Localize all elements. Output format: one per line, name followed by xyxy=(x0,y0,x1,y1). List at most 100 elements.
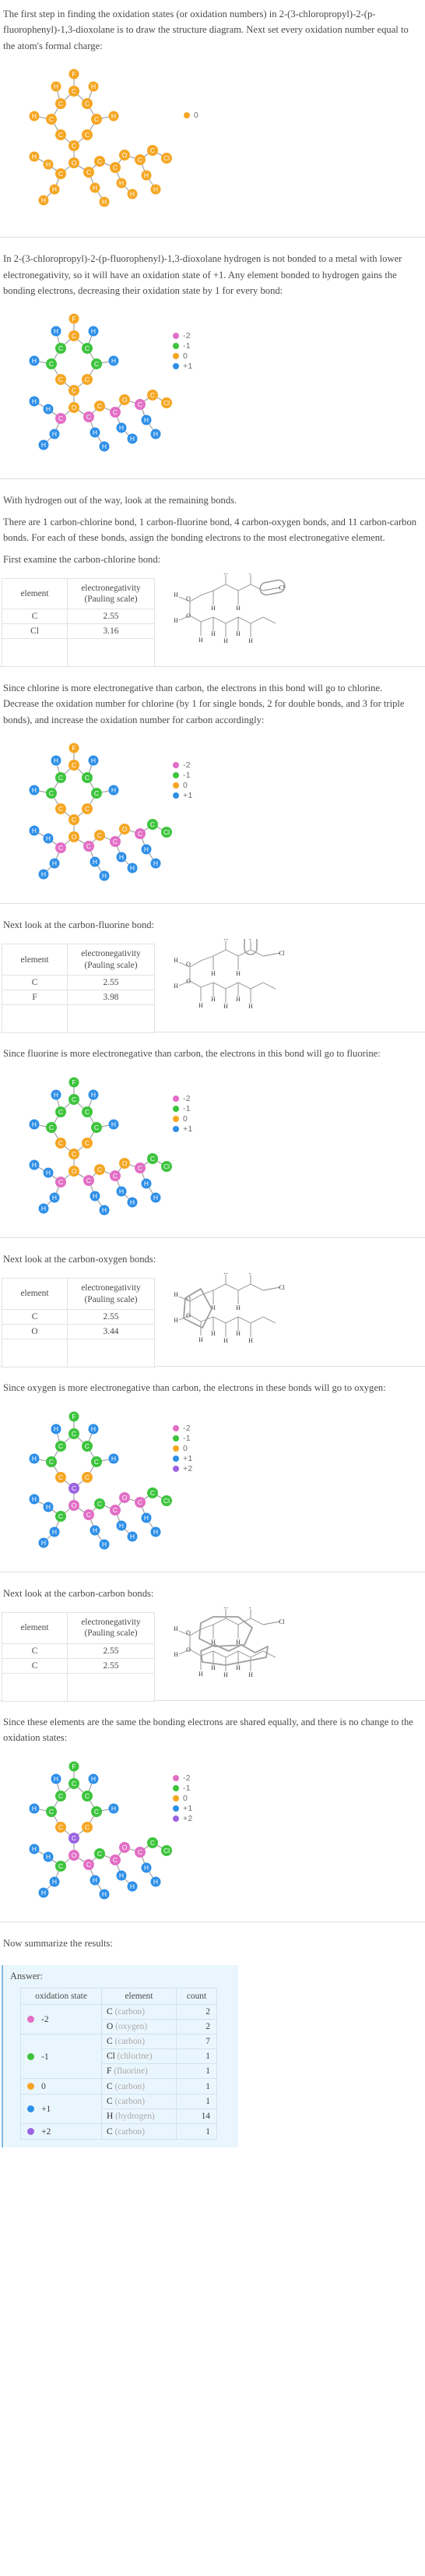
svg-text:F: F xyxy=(72,70,76,78)
ball-and-stick-svg-4: CC C C CC CC HH H HF OC C HH H CCO HCC HCl HH… xyxy=(29,1077,172,1216)
svg-text:H: H xyxy=(46,1169,51,1177)
svg-text:H: H xyxy=(236,1304,241,1311)
svg-text:H: H xyxy=(211,1330,216,1337)
legend-color-swatch xyxy=(173,1425,179,1432)
step-10-paragraph: Since these elements are the same the bo… xyxy=(3,1717,413,1744)
svg-text:H: H xyxy=(119,1872,124,1879)
element-symbol: C xyxy=(107,2126,113,2137)
svg-text:C: C xyxy=(150,146,155,154)
legend-color-swatch xyxy=(173,1466,179,1473)
step-11-text-block: Now summarize the results: xyxy=(0,1929,425,1957)
element-symbol: C xyxy=(107,2081,113,2091)
legend-color-swatch xyxy=(173,1096,179,1103)
svg-text:H: H xyxy=(32,1495,37,1503)
legend-row: +1 xyxy=(173,1804,192,1814)
step-2-paragraph: In 2-(3-chloropropyl)-2-(p-fluorophenyl)… xyxy=(3,253,402,296)
svg-text:H: H xyxy=(174,1625,178,1632)
carbon-oxygen-row: element electronegativity (Pauling scale… xyxy=(0,1273,425,1367)
svg-text:Cl: Cl xyxy=(279,950,285,957)
svg-text:C: C xyxy=(72,816,76,824)
svg-text:H: H xyxy=(223,1003,228,1010)
step-5-paragraph: Next look at the carbon-fluorine bond: xyxy=(3,919,155,931)
svg-text:H: H xyxy=(111,1455,116,1463)
cell-electronegativity: 2.55 xyxy=(67,1308,155,1325)
svg-text:H: H xyxy=(46,161,51,168)
step-3-paragraph-a: With hydrogen out of the way, look at th… xyxy=(3,495,237,506)
svg-text:H: H xyxy=(41,1539,46,1547)
svg-text:C: C xyxy=(58,415,63,422)
svg-text:C: C xyxy=(72,1430,76,1438)
legend-color-swatch xyxy=(173,1816,179,1823)
legend-label: 0 xyxy=(183,1794,188,1804)
svg-text:C: C xyxy=(58,805,63,813)
svg-text:O: O xyxy=(122,396,128,404)
svg-text:F: F xyxy=(72,1763,76,1770)
legend-label: 0 xyxy=(194,110,199,120)
svg-text:H: H xyxy=(52,859,57,867)
svg-text:C: C xyxy=(113,1172,118,1180)
svg-text:C: C xyxy=(49,789,54,797)
cell-element: C (carbon) xyxy=(101,2094,177,2110)
cell-element: O xyxy=(2,1323,68,1339)
cell-blank xyxy=(2,1004,68,1033)
ball-and-stick-svg-2: CC C C CC CC HH H HF OC C HH H CCO HCC HCl HH… xyxy=(29,313,172,452)
bond-highlight-carbon-carbon xyxy=(198,1616,269,1666)
step-4-text-block: Since chlorine is more electronegative t… xyxy=(0,674,425,734)
table-row: C 2.55 xyxy=(2,1657,155,1674)
svg-text:C: C xyxy=(94,1808,99,1816)
svg-text:F: F xyxy=(72,744,76,752)
svg-text:H: H xyxy=(174,1291,178,1298)
svg-text:F: F xyxy=(249,1273,253,1276)
legend-label: +1 xyxy=(183,361,193,371)
svg-text:H: H xyxy=(54,83,58,90)
step-11-paragraph: Now summarize the results: xyxy=(3,1937,113,1949)
svg-text:O: O xyxy=(122,1494,128,1501)
oxidation-color-swatch xyxy=(27,2083,34,2091)
column-header-electronegativity: electronegativity (Pauling scale) xyxy=(67,944,155,976)
svg-text:C: C xyxy=(85,1473,90,1481)
svg-text:H: H xyxy=(223,1671,228,1678)
cell-count: 1 xyxy=(176,2094,217,2110)
legend-row: -1 xyxy=(173,1784,192,1794)
legend-color-swatch xyxy=(173,1106,179,1113)
legend-label: 0 xyxy=(183,351,188,361)
svg-text:H: H xyxy=(211,630,216,637)
legend-color-swatch xyxy=(173,1775,179,1782)
legend-color-swatch xyxy=(173,342,179,349)
svg-text:H: H xyxy=(102,1540,107,1548)
svg-text:H: H xyxy=(102,1890,107,1898)
step-6-text-block: Since fluorine is more electronegative t… xyxy=(0,1039,425,1067)
legend-color-swatch xyxy=(173,1785,179,1792)
cell-count: 1 xyxy=(176,2063,217,2080)
element-name: (carbon) xyxy=(114,2037,146,2047)
svg-text:C: C xyxy=(49,115,54,123)
element-name: (hydrogen) xyxy=(115,2112,155,2122)
svg-text:H: H xyxy=(102,872,107,880)
legend-label: -2 xyxy=(183,760,191,770)
svg-text:C: C xyxy=(150,1489,155,1497)
svg-text:O: O xyxy=(186,612,191,619)
step-7-paragraph: Next look at the carbon-oxygen bonds: xyxy=(3,1253,156,1265)
svg-text:H: H xyxy=(211,605,216,612)
svg-text:C: C xyxy=(150,820,155,828)
svg-text:O: O xyxy=(186,1646,191,1653)
cell-element: F xyxy=(2,989,68,1005)
element-symbol: C xyxy=(107,2097,113,2107)
cell-oxidation-state: -2 xyxy=(20,2004,102,2035)
svg-text:H: H xyxy=(46,1853,51,1861)
svg-text:H: H xyxy=(198,1671,203,1678)
legend-row: -1 xyxy=(173,770,192,780)
column-header-electronegativity: electronegativity (Pauling scale) xyxy=(67,1278,155,1310)
cell-electronegativity: 3.98 xyxy=(67,989,155,1005)
element-name: (fluorine) xyxy=(114,2066,148,2077)
svg-text:C: C xyxy=(94,1124,99,1131)
svg-text:H: H xyxy=(144,1864,149,1872)
cell-count: 1 xyxy=(176,2048,217,2065)
svg-text:H: H xyxy=(111,1120,116,1128)
step-9-text-block: Next look at the carbon-carbon bonds: xyxy=(0,1579,425,1607)
answer-label: Answer: xyxy=(10,1971,43,1982)
step-3-text-block: With hydrogen out of the way, look at th… xyxy=(0,486,425,573)
cell-element: F (fluorine) xyxy=(101,2063,177,2080)
cell-oxidation-state: -1 xyxy=(20,2034,102,2080)
svg-text:C: C xyxy=(97,1500,102,1508)
